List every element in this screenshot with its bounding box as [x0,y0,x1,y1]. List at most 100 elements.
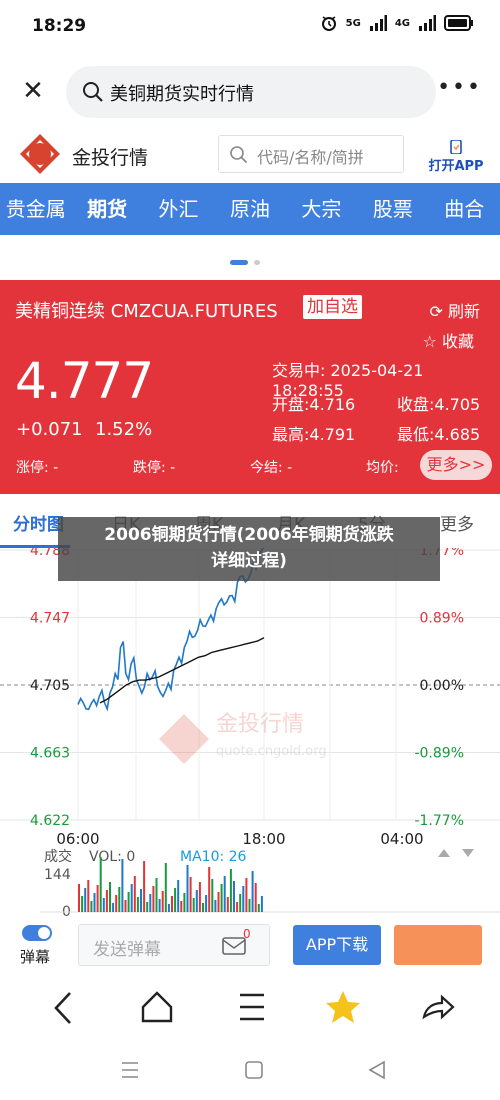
article-title-line1: 2006铜期货行情(2006年铜期货涨跌 [104,525,394,545]
carousel-dot [254,260,260,265]
star-icon[interactable] [326,991,360,1023]
close-icon[interactable]: ✕ [18,76,48,106]
danmu-label: 弹幕 [20,948,51,966]
x-tick-label: 06:00 [56,830,99,848]
nav-item-more[interactable]: 曲合 [429,183,500,235]
search-bar[interactable]: 美铜期货实时行情 [66,66,436,118]
volume-bar [118,887,121,912]
volume-bar [226,897,229,912]
volume-bar [93,893,96,912]
add-favorite-button[interactable]: 加自选 [303,295,362,319]
search-icon [83,82,103,102]
low-price: 最低:4.685 [397,425,481,444]
settlement: 今结: - [250,460,293,476]
nav-item-commodities[interactable]: 大宗 [286,183,357,235]
volume-bar [177,880,180,912]
volume-bar [260,896,263,912]
carousel-dot-active [230,260,248,265]
nav-item-stocks[interactable]: 股票 [357,183,428,235]
volume-bar [208,867,211,912]
volume-bar [78,884,80,912]
collect-button[interactable]: ☆ 收藏 [423,328,474,352]
limit-up: 涨停: - [16,460,59,476]
volume-bar [99,857,102,912]
volume-bar [96,885,99,912]
volume-bar [124,900,127,912]
y-tick-label: 4.622 [30,813,70,829]
open-app-button[interactable]: 打开APP [428,140,484,174]
message-count: 0 [243,927,251,941]
tab-more[interactable]: 更多 [440,510,474,535]
volume-bar [140,889,142,912]
status-time: 18:29 [32,16,87,36]
nav-item-futures[interactable]: 期货 [71,183,142,235]
volume-bar [133,876,136,912]
volume-bar [248,899,251,912]
signal-icon-2 [419,15,436,31]
y-tick-label: 4.663 [30,746,70,762]
trade-status-label: 交易中: [272,361,326,380]
pct-tick-label: 0.00% [420,678,464,694]
nav-item-crude-oil[interactable]: 原油 [214,183,285,235]
volume-bar [102,898,105,912]
volume-bars [40,857,500,913]
share-icon[interactable] [422,994,455,1020]
status-icons: 5G 4G [320,14,474,32]
intraday-chart[interactable]: 金投行情 quote.cngold.org 4.7884.7474.7054.6… [0,548,500,920]
back-triangle-icon[interactable] [368,1060,385,1080]
nav-item-precious-metals[interactable]: 贵金属 [0,183,71,235]
price-change-pct: 1.52% [95,419,153,440]
home-square-icon[interactable] [245,1061,263,1079]
article-title-overlay: 2006铜期货行情(2006年铜期货涨跌 详细过程) [58,517,440,581]
volume-bar [217,892,220,912]
back-icon[interactable] [54,992,71,1024]
quote-card: 美精铜连续 CMZCUA.FUTURES 加自选 ⟳ 刷新 ☆ 收藏 4.777… [0,280,500,494]
volume-bar [195,890,198,912]
system-nav [122,1060,385,1080]
volume-bar [127,892,130,912]
volume-bar [245,878,248,912]
volume-bar [180,901,183,912]
tab-intraday[interactable]: 分时图 [13,510,64,535]
danmu-toggle[interactable] [22,925,52,941]
open-app-label: 打开APP [428,159,484,174]
volume-bar [186,865,189,912]
volume-bar [84,888,87,912]
watermark-logo-icon [159,714,209,764]
quote-more-button[interactable]: 更多>> [420,450,492,480]
app-download-button[interactable]: APP下载 [293,925,381,965]
orange-action-button[interactable] [394,925,482,965]
volume-bar [158,899,161,912]
recents-icon[interactable] [122,1062,138,1078]
volume-bar [239,894,242,912]
watermark-url: quote.cngold.org [216,744,327,759]
code-search-input[interactable]: 代码/名称/简拼 [218,135,404,173]
refresh-label: 刷新 [447,302,480,321]
more-icon[interactable]: ••• [437,77,482,99]
search-query: 美铜期货实时行情 [110,84,254,105]
volume-bar [130,884,133,912]
volume-bar [136,897,139,912]
volume-bar [183,893,186,912]
price-change: +0.071 [16,419,83,440]
collect-label: 收藏 [441,332,474,351]
refresh-button[interactable]: ⟳ 刷新 [429,298,480,322]
brand-logo-icon [20,134,60,174]
open-price: 开盘:4.716 [272,395,356,414]
volume-bar [220,884,223,912]
nav-item-forex[interactable]: 外汇 [143,183,214,235]
scroll-up-icon [438,849,450,857]
menu-icon[interactable] [240,993,264,1021]
home-icon[interactable] [141,991,173,1023]
volume-bar [171,896,173,912]
phone-app-icon [450,140,462,154]
send-danmu-input[interactable]: 发送弹幕 0 [78,924,270,966]
x-tick-label: 04:00 [380,830,423,848]
volume-bar [143,861,146,912]
scroll-down-icon [462,849,474,857]
x-tick-label: 18:00 [242,830,285,848]
volume-bar [115,895,118,912]
volume-bar [109,882,111,912]
volume-bar [223,876,226,912]
volume-bar [155,878,158,912]
